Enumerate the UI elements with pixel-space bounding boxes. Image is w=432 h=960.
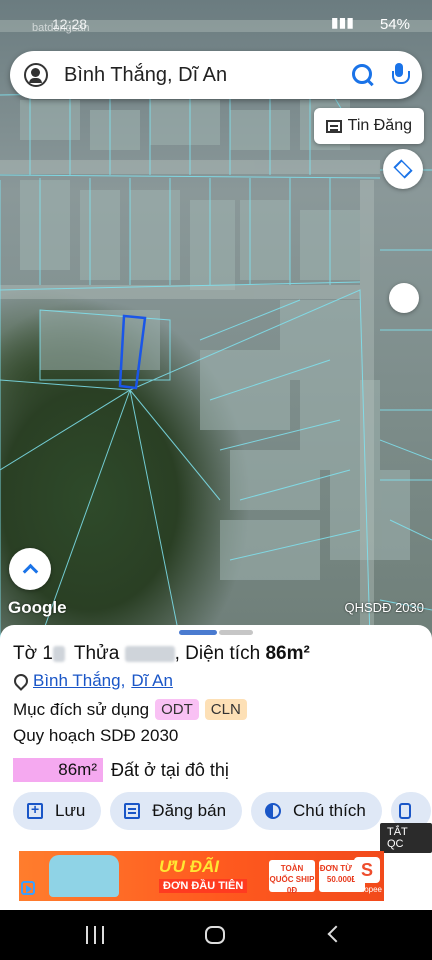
redacted-sheet bbox=[52, 645, 65, 662]
close-ad-button[interactable]: TẮT QC bbox=[380, 823, 432, 853]
search-bar[interactable]: Bình Thắng, Dĩ An bbox=[10, 51, 422, 99]
ward-link[interactable]: Bình Thắng bbox=[33, 671, 121, 691]
ad-product-image bbox=[49, 855, 119, 897]
location-row: Bình Thắng, Dĩ An bbox=[13, 671, 173, 691]
purpose-label: Mục đích sử dụng bbox=[13, 699, 150, 719]
tin-dang-label: Tin Đăng bbox=[347, 117, 412, 134]
chevron-up-icon bbox=[22, 563, 38, 580]
camera-icon bbox=[398, 803, 411, 819]
parcel-title: Tờ 1 Thửa , Diện tích 86m² bbox=[13, 643, 310, 665]
area-value: 86m² bbox=[265, 643, 310, 664]
ad-headline: ƯU ĐÃI bbox=[159, 857, 220, 876]
action-chips: Lưu Đăng bán Chú thích bbox=[13, 792, 431, 830]
purpose-row: Mục đích sử dụng ODT CLN bbox=[13, 699, 247, 720]
status-time: 12:28 bbox=[52, 16, 88, 32]
status-bar: batdongsan 12:28 ▮▮▮ 54% bbox=[0, 0, 432, 48]
layers-icon bbox=[393, 159, 413, 179]
redacted-parcel-number bbox=[124, 645, 175, 662]
listing-icon bbox=[124, 803, 141, 819]
search-icon[interactable] bbox=[352, 64, 374, 86]
legend-label: Chú thích bbox=[293, 801, 366, 820]
purpose-tag-odt[interactable]: ODT bbox=[155, 699, 199, 720]
planning-label: Quy hoạch SDĐ 2030 bbox=[13, 726, 179, 745]
layer-code: QHSDĐ 2030 bbox=[344, 600, 424, 615]
purpose-tag-cln[interactable]: CLN bbox=[204, 699, 247, 720]
system-nav-bar bbox=[0, 910, 432, 960]
recents-button[interactable] bbox=[86, 926, 104, 944]
tin-dang-button[interactable]: Tin Đăng bbox=[313, 108, 424, 144]
sheet-number: Tờ 1 bbox=[13, 643, 53, 664]
ad-choices-icon[interactable] bbox=[21, 881, 35, 895]
map-side-handle[interactable] bbox=[389, 283, 419, 313]
parcel-label: Thửa bbox=[73, 643, 120, 664]
legend-button[interactable]: Chú thích bbox=[251, 792, 382, 830]
area-label: , Diện tích bbox=[174, 643, 261, 664]
contrast-icon bbox=[265, 803, 282, 819]
google-logo: Google bbox=[8, 598, 67, 617]
shopee-ad-banner[interactable]: ƯU ĐÃI ĐƠN ĐẦU TIÊN TOÀN QUỐC SHIP 0Đ ĐƠ… bbox=[19, 851, 384, 901]
parcel-info-sheet: Tờ 1 Thửa , Diện tích 86m² Bình Thắng, D… bbox=[0, 625, 432, 910]
expand-button[interactable] bbox=[9, 548, 51, 590]
planning-area-bar: 86m² bbox=[13, 758, 103, 782]
post-sale-label: Đăng bán bbox=[152, 801, 227, 820]
ad-coupon-shipping: TOÀN QUỐC SHIP 0Đ bbox=[269, 860, 315, 895]
listing-icon bbox=[325, 119, 342, 133]
microphone-icon[interactable] bbox=[392, 63, 410, 87]
planning-desc: Đất ở tại đô thị bbox=[111, 759, 229, 780]
signal-icon: ▮▮▮ bbox=[330, 14, 354, 30]
satellite-map[interactable]: batdongsan 12:28 ▮▮▮ 54% Bình Thắng, Dĩ … bbox=[0, 0, 432, 640]
battery-level: 54% bbox=[379, 16, 410, 33]
back-button[interactable] bbox=[327, 925, 345, 943]
save-label: Lưu bbox=[55, 801, 86, 820]
post-sale-button[interactable]: Đăng bán bbox=[110, 792, 243, 830]
account-icon[interactable] bbox=[24, 63, 48, 87]
shopee-logo-icon: S bbox=[354, 857, 380, 883]
sheet-handle-secondary bbox=[219, 630, 253, 635]
ad-brand: Shopee bbox=[354, 885, 382, 894]
home-button[interactable] bbox=[205, 926, 225, 944]
layers-button[interactable] bbox=[383, 149, 423, 189]
location-pin-icon bbox=[13, 674, 25, 688]
save-button[interactable]: Lưu bbox=[13, 792, 102, 830]
bookmark-add-icon bbox=[27, 801, 43, 819]
district-link[interactable]: Dĩ An bbox=[131, 671, 173, 691]
planning-area-row: 86m² Đất ở tại đô thị bbox=[13, 758, 229, 782]
ad-subline: ĐƠN ĐẦU TIÊN bbox=[159, 879, 248, 893]
search-query[interactable]: Bình Thắng, Dĩ An bbox=[64, 64, 352, 87]
sheet-handle[interactable] bbox=[179, 630, 217, 635]
